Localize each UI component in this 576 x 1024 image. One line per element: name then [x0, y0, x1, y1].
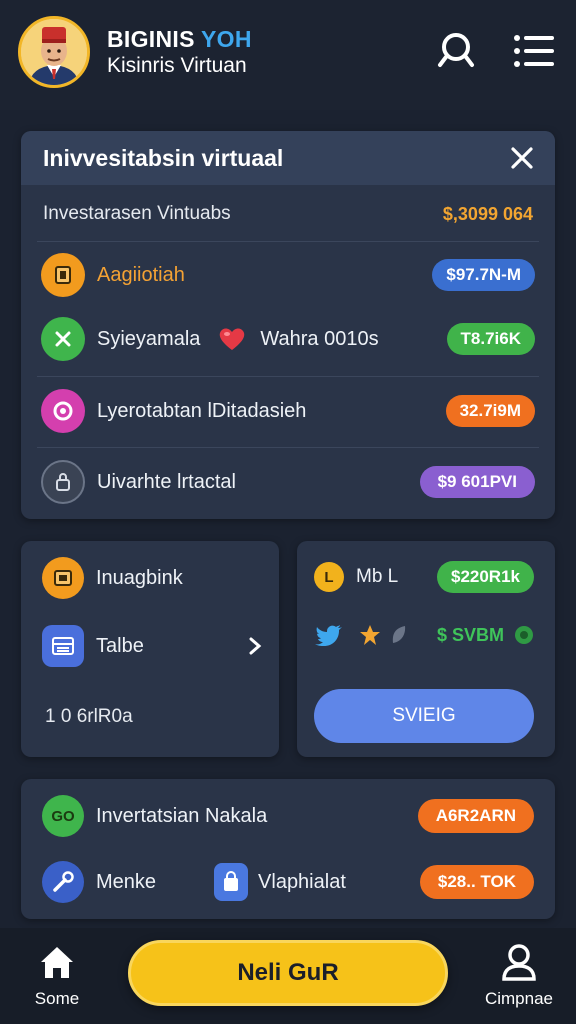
nav-profile[interactable]: Cimpnae — [479, 942, 559, 1014]
new-action-label: Neli GuR — [237, 959, 339, 986]
value-pill: $9 601PVI — [419, 466, 535, 498]
left-card-item-label: Inuagbink — [96, 566, 183, 589]
investment-row[interactable]: Syieyamala Wahra 0010s T8.7i6K — [41, 314, 535, 364]
home-icon — [41, 947, 73, 978]
value-pill: $97.7N-M — [432, 259, 535, 291]
bottom-card-item[interactable]: GO Invertatsian Nakala A6R2ARN — [42, 795, 534, 837]
tag-icon — [42, 557, 84, 599]
heart-icon — [220, 328, 245, 350]
row-label: Uivarhte lrtactal — [97, 470, 236, 493]
right-card-social-row: $ SVBM — [314, 623, 534, 647]
nav-profile-label: Cimpnae — [484, 989, 554, 1008]
menu-icon — [514, 35, 554, 67]
square-icon — [41, 253, 85, 297]
svieig-button[interactable]: SVIEIG — [314, 689, 534, 743]
left-card-item[interactable]: Inuagbink — [42, 557, 183, 599]
avatar[interactable] — [18, 16, 90, 88]
bottom-card-item[interactable]: Menke Vlaphialat $28.. TOK — [42, 861, 534, 903]
bottom-card-item-label: Invertatsian Nakala — [96, 804, 268, 827]
summary-label: Investarasen Vintuabs — [43, 203, 231, 224]
lock-icon — [41, 460, 85, 504]
right-card-item[interactable]: L Mb L $220R1k — [314, 561, 534, 593]
row-extra: Wahra 0010s — [260, 327, 379, 350]
app-subtitle: Kisinris Virtuan — [107, 54, 247, 77]
globe-icon — [515, 626, 533, 644]
money-icon: GO — [42, 795, 84, 837]
search-button[interactable] — [434, 27, 478, 75]
new-action-button[interactable]: Neli GuR — [128, 940, 448, 1006]
app-title-main: BIGINIS — [107, 26, 195, 52]
search-icon — [438, 33, 474, 67]
investment-card-title: Inivvesitabsin virtuaal — [43, 144, 284, 171]
right-card: L Mb L $220R1k $ SVBM SVIEIG — [297, 541, 555, 757]
investment-card: Inivvesitabsin virtuaal Investarasen Vin… — [21, 131, 555, 519]
investment-summary: Investarasen Vintuabs $,3099 064 — [43, 201, 533, 227]
bottom-card: GO Invertatsian Nakala A6R2ARN Menke Vla… — [21, 779, 555, 919]
close-button[interactable] — [507, 143, 537, 173]
right-card-value: $ SVBM — [436, 624, 504, 645]
bottom-card-item-label: Vlaphialat — [258, 870, 346, 893]
header-titles: BIGINIS YOH Kisinris Virtuan — [107, 25, 252, 79]
row-label: Syieyamala — [97, 327, 201, 350]
value-pill: T8.7i6K — [446, 323, 535, 355]
summary-value: $,3099 064 — [442, 203, 533, 224]
divider — [37, 447, 539, 448]
row-label: Aagiiotiah — [97, 263, 185, 286]
investment-row[interactable]: Aagiiotiah $97.7N-M — [41, 250, 535, 300]
nav-home[interactable]: Some — [17, 942, 97, 1014]
wrench-icon — [42, 861, 84, 903]
app-title-accent: YOH — [201, 26, 252, 52]
coin-icon: L — [314, 562, 344, 592]
left-card-item-label: Talbe — [96, 634, 144, 657]
investment-card-header: Inivvesitabsin virtuaal — [21, 131, 555, 185]
divider — [37, 241, 539, 242]
bottom-card-item-label: Menke — [96, 870, 157, 893]
menu-button[interactable] — [512, 27, 556, 75]
star-icon[interactable] — [358, 623, 382, 647]
profile-icon — [502, 944, 536, 981]
bottom-nav: Some Neli GuR Cimpnae — [0, 928, 576, 1024]
investment-row[interactable]: Uivarhte lrtactal $9 601PVI — [41, 457, 535, 507]
value-pill: 32.7i9M — [445, 395, 535, 427]
app-header: BIGINIS YOH Kisinris Virtuan — [0, 0, 576, 110]
ring-icon — [41, 389, 85, 433]
value-pill: $220R1k — [436, 561, 534, 593]
twitter-icon[interactable] — [314, 623, 344, 647]
app-title: BIGINIS YOH — [107, 25, 252, 53]
table-icon — [42, 625, 84, 667]
left-card-item[interactable]: Talbe — [42, 625, 262, 667]
right-card-item-label: Mb L — [356, 566, 399, 587]
value-pill: $28.. TOK — [419, 865, 534, 899]
investment-row[interactable]: Lyerotabtan lDitadasieh 32.7i9M — [41, 386, 535, 436]
close-icon — [511, 147, 533, 169]
chevron-right-icon — [249, 637, 262, 655]
row-label: Lyerotabtan lDitadasieh — [97, 399, 307, 422]
left-card-footer: 1 0 6rlR0a — [45, 706, 133, 727]
leaf-icon[interactable] — [390, 624, 408, 646]
divider — [37, 376, 539, 377]
shopping-bag-icon — [214, 863, 249, 901]
left-card: Inuagbink Talbe 1 0 6rlR0a — [21, 541, 279, 757]
cross-icon — [41, 317, 85, 361]
nav-home-label: Some — [34, 989, 80, 1008]
value-pill: A6R2ARN — [417, 799, 534, 833]
